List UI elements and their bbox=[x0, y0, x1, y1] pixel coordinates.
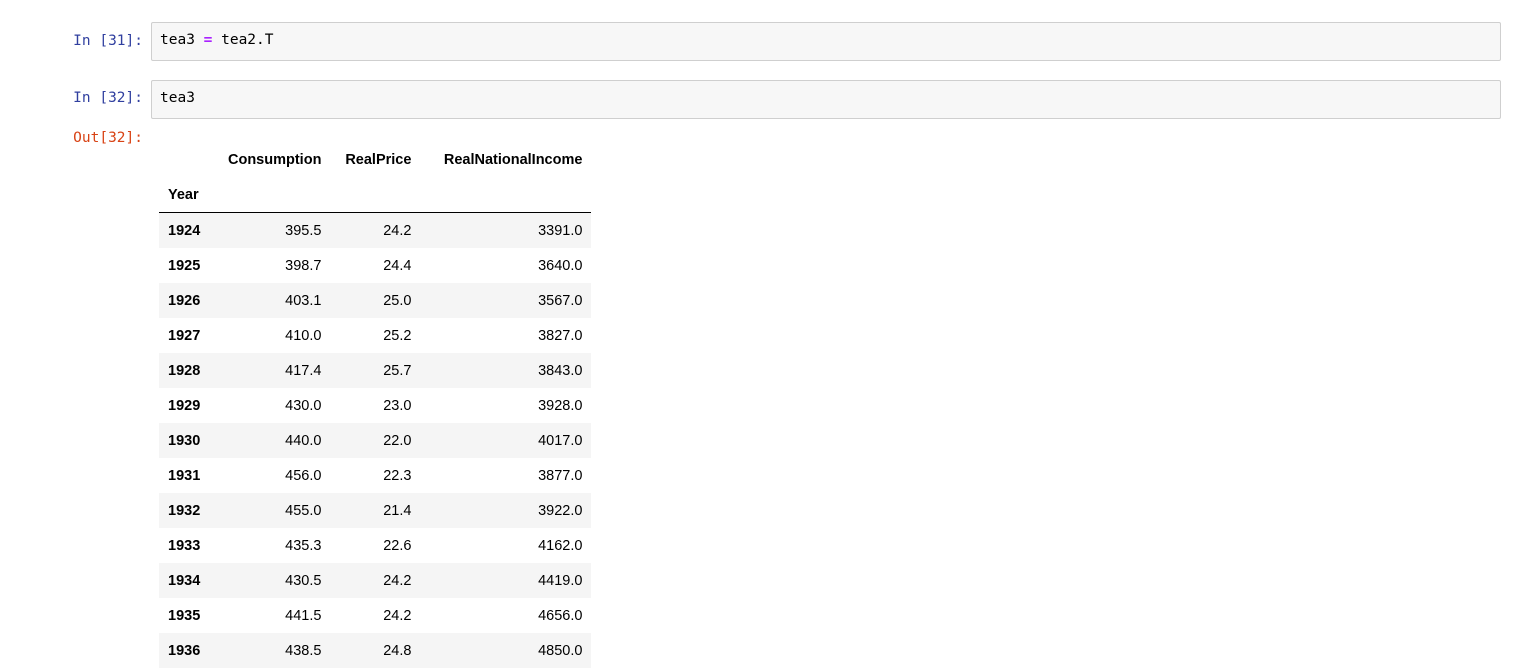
table-row: 1935441.524.24656.0 bbox=[159, 598, 591, 633]
table-row: 1931456.022.33877.0 bbox=[159, 458, 591, 493]
table-row: 1933435.322.64162.0 bbox=[159, 528, 591, 563]
row-index: 1932 bbox=[159, 493, 219, 528]
table-cell: 24.4 bbox=[330, 248, 420, 283]
table-cell: 3877.0 bbox=[420, 458, 591, 493]
code-text: tea3 = tea2.T bbox=[160, 32, 274, 48]
table-cell: 4850.0 bbox=[420, 633, 591, 668]
table-row: 1929430.023.03928.0 bbox=[159, 388, 591, 423]
table-cell: 4419.0 bbox=[420, 563, 591, 598]
table-cell: 22.3 bbox=[330, 458, 420, 493]
table-cell: 438.5 bbox=[219, 633, 330, 668]
row-index: 1935 bbox=[159, 598, 219, 633]
table-row: 1928417.425.73843.0 bbox=[159, 353, 591, 388]
table-cell: 3640.0 bbox=[420, 248, 591, 283]
row-index: 1931 bbox=[159, 458, 219, 493]
column-header: RealNationalIncome bbox=[420, 142, 591, 177]
table-cell: 435.3 bbox=[219, 528, 330, 563]
empty-cell bbox=[330, 177, 420, 213]
table-cell: 398.7 bbox=[219, 248, 330, 283]
row-index: 1934 bbox=[159, 563, 219, 598]
table-cell: 25.2 bbox=[330, 318, 420, 353]
table-cell: 3843.0 bbox=[420, 353, 591, 388]
column-header-row: Consumption RealPrice RealNationalIncome bbox=[159, 142, 591, 177]
row-index: 1926 bbox=[159, 283, 219, 318]
table-cell: 456.0 bbox=[219, 458, 330, 493]
table-cell: 3928.0 bbox=[420, 388, 591, 423]
table-cell: 25.0 bbox=[330, 283, 420, 318]
table-row: 1934430.524.24419.0 bbox=[159, 563, 591, 598]
table-row: 1926403.125.03567.0 bbox=[159, 283, 591, 318]
table-body: 1924395.524.23391.01925398.724.43640.019… bbox=[159, 213, 591, 668]
table-cell: 395.5 bbox=[219, 213, 330, 249]
row-index: 1925 bbox=[159, 248, 219, 283]
empty-cell bbox=[219, 177, 330, 213]
table-cell: 430.5 bbox=[219, 563, 330, 598]
table-cell: 22.6 bbox=[330, 528, 420, 563]
empty-cell bbox=[420, 177, 591, 213]
code-text: tea3 bbox=[160, 90, 195, 106]
table-cell: 24.2 bbox=[330, 563, 420, 598]
row-index: 1928 bbox=[159, 353, 219, 388]
row-index: 1936 bbox=[159, 633, 219, 668]
row-index: 1930 bbox=[159, 423, 219, 458]
table-cell: 4656.0 bbox=[420, 598, 591, 633]
blank-header bbox=[159, 142, 219, 177]
table-cell: 4162.0 bbox=[420, 528, 591, 563]
table-cell: 4017.0 bbox=[420, 423, 591, 458]
table-row: 1936438.524.84850.0 bbox=[159, 633, 591, 668]
table-row: 1927410.025.23827.0 bbox=[159, 318, 591, 353]
table-cell: 24.2 bbox=[330, 598, 420, 633]
table-row: 1925398.724.43640.0 bbox=[159, 248, 591, 283]
row-index: 1929 bbox=[159, 388, 219, 423]
code-token: tea3 bbox=[160, 32, 204, 48]
row-index: 1927 bbox=[159, 318, 219, 353]
index-name-row: Year bbox=[159, 177, 591, 213]
table-cell: 403.1 bbox=[219, 283, 330, 318]
input-prompt: In [32]: bbox=[0, 90, 143, 106]
dataframe-table: Consumption RealPrice RealNationalIncome… bbox=[159, 142, 591, 668]
table-cell: 3827.0 bbox=[420, 318, 591, 353]
row-index: 1924 bbox=[159, 213, 219, 249]
table-cell: 21.4 bbox=[330, 493, 420, 528]
column-header: Consumption bbox=[219, 142, 330, 177]
table-cell: 23.0 bbox=[330, 388, 420, 423]
code-input[interactable]: tea3 = tea2.T bbox=[151, 22, 1501, 61]
table-row: 1930440.022.04017.0 bbox=[159, 423, 591, 458]
table-cell: 22.0 bbox=[330, 423, 420, 458]
table-cell: 24.8 bbox=[330, 633, 420, 668]
table-row: 1932455.021.43922.0 bbox=[159, 493, 591, 528]
row-index: 1933 bbox=[159, 528, 219, 563]
table-cell: 3391.0 bbox=[420, 213, 591, 249]
table-cell: 417.4 bbox=[219, 353, 330, 388]
table-cell: 441.5 bbox=[219, 598, 330, 633]
table-cell: 25.7 bbox=[330, 353, 420, 388]
code-token: tea2.T bbox=[212, 32, 273, 48]
table-cell: 430.0 bbox=[219, 388, 330, 423]
index-name: Year bbox=[159, 177, 219, 213]
input-prompt: In [31]: bbox=[0, 33, 143, 49]
output-prompt: Out[32]: bbox=[0, 130, 143, 146]
table-row: 1924395.524.23391.0 bbox=[159, 213, 591, 249]
table-cell: 24.2 bbox=[330, 213, 420, 249]
table-cell: 3567.0 bbox=[420, 283, 591, 318]
code-input[interactable]: tea3 bbox=[151, 80, 1501, 119]
table-cell: 455.0 bbox=[219, 493, 330, 528]
column-header: RealPrice bbox=[330, 142, 420, 177]
table-cell: 3922.0 bbox=[420, 493, 591, 528]
table-cell: 410.0 bbox=[219, 318, 330, 353]
table-cell: 440.0 bbox=[219, 423, 330, 458]
